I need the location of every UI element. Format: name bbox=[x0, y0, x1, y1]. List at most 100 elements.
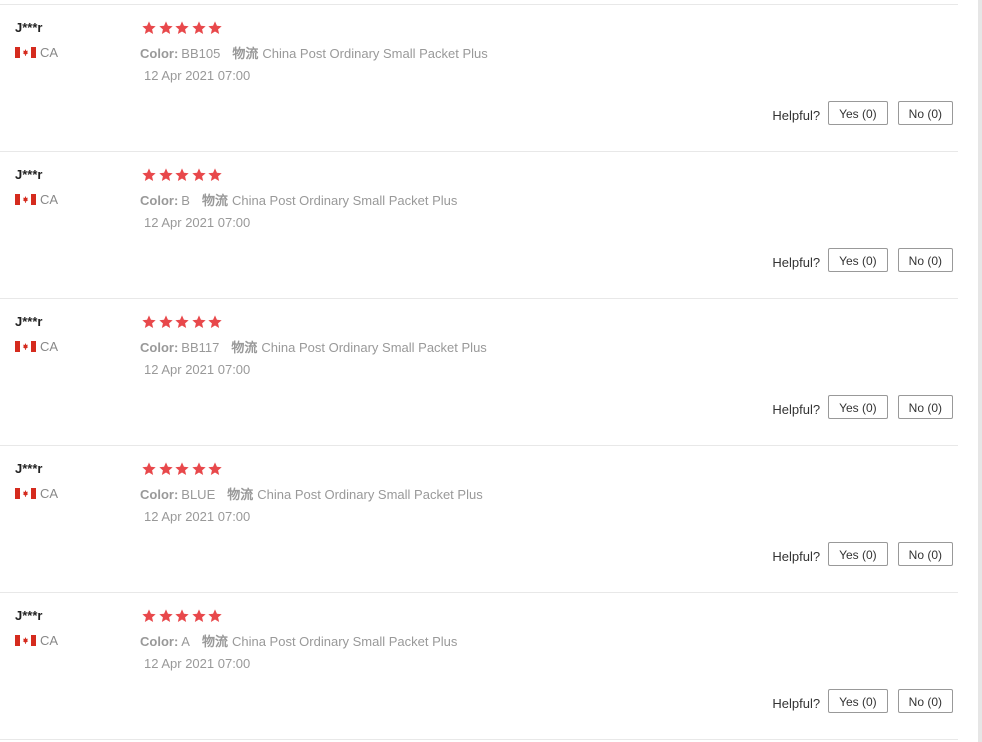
helpful-label: Helpful? bbox=[772, 548, 821, 564]
reviews-page: J***r CA Color: BB105 物流 China Post Ordinar… bbox=[0, 0, 982, 742]
helpful-row: Helpful? Yes (0) No (0) bbox=[772, 542, 953, 566]
review-date: 12 Apr 2021 07:00 bbox=[144, 68, 251, 83]
canada-flag-icon bbox=[15, 488, 36, 499]
shipping-label: 物流 bbox=[232, 46, 259, 61]
sku-info: Color: BB117 物流 China Post Ordinary Small P… bbox=[140, 337, 487, 356]
rating-stars bbox=[141, 608, 224, 624]
shipping-value: China Post Ordinary Small Packet Plus bbox=[257, 487, 483, 502]
page-scrollbar[interactable] bbox=[978, 0, 982, 742]
star-icon bbox=[191, 608, 207, 624]
rating-stars bbox=[141, 167, 224, 183]
country-code: CA bbox=[40, 45, 59, 60]
review-item: J***r CA Color: BB117 物流 China Post Ordinar… bbox=[0, 299, 958, 446]
shipping-value: China Post Ordinary Small Packet Plus bbox=[262, 46, 488, 61]
review-item: J***r CA Color: B 物流 China Post Ordinary Sm… bbox=[0, 152, 958, 299]
sku-value: A bbox=[181, 634, 190, 649]
star-icon bbox=[158, 20, 174, 36]
star-icon bbox=[207, 314, 223, 330]
sku-label: Color: bbox=[140, 634, 179, 649]
star-icon bbox=[141, 167, 157, 183]
reviewer-name: J***r bbox=[15, 461, 43, 476]
star-icon bbox=[174, 314, 190, 330]
review-item: J***r CA Color: BLUE 物流 China Post Ordinary… bbox=[0, 446, 958, 593]
sku-value: BB105 bbox=[181, 46, 221, 61]
review-date: 12 Apr 2021 07:00 bbox=[144, 656, 251, 671]
country-code: CA bbox=[40, 486, 59, 501]
helpful-no-button[interactable]: No (0) bbox=[897, 101, 953, 125]
sku-info: Color: BLUE 物流 China Post Ordinary Small Pa… bbox=[140, 484, 483, 503]
star-icon bbox=[191, 20, 207, 36]
helpful-label: Helpful? bbox=[772, 401, 821, 417]
helpful-row: Helpful? Yes (0) No (0) bbox=[772, 689, 953, 713]
star-icon bbox=[174, 608, 190, 624]
star-icon bbox=[174, 20, 190, 36]
star-icon bbox=[141, 461, 157, 477]
helpful-row: Helpful? Yes (0) No (0) bbox=[772, 395, 953, 419]
helpful-yes-button[interactable]: Yes (0) bbox=[828, 248, 888, 272]
star-icon bbox=[207, 461, 223, 477]
sku-label: Color: bbox=[140, 487, 179, 502]
sku-value: B bbox=[181, 193, 190, 208]
helpful-label: Helpful? bbox=[772, 254, 821, 270]
star-icon bbox=[158, 314, 174, 330]
star-icon bbox=[141, 608, 157, 624]
star-icon bbox=[158, 167, 174, 183]
sku-value: BLUE bbox=[181, 487, 216, 502]
helpful-yes-button[interactable]: Yes (0) bbox=[828, 101, 888, 125]
helpful-label: Helpful? bbox=[772, 107, 821, 123]
country-code: CA bbox=[40, 633, 59, 648]
reviewer-country: CA bbox=[15, 486, 58, 501]
star-icon bbox=[174, 461, 190, 477]
country-code: CA bbox=[40, 192, 59, 207]
star-icon bbox=[207, 167, 223, 183]
star-icon bbox=[191, 314, 207, 330]
review-list: J***r CA Color: BB105 物流 China Post Ordinar… bbox=[0, 5, 958, 740]
helpful-no-button[interactable]: No (0) bbox=[897, 395, 953, 419]
helpful-yes-button[interactable]: Yes (0) bbox=[828, 395, 888, 419]
helpful-no-button[interactable]: No (0) bbox=[897, 689, 953, 713]
reviewer-name: J***r bbox=[15, 167, 43, 182]
reviewer-country: CA bbox=[15, 45, 58, 60]
canada-flag-icon bbox=[15, 635, 36, 646]
helpful-row: Helpful? Yes (0) No (0) bbox=[772, 101, 953, 125]
canada-flag-icon bbox=[15, 47, 36, 58]
helpful-no-button[interactable]: No (0) bbox=[897, 542, 953, 566]
helpful-row: Helpful? Yes (0) No (0) bbox=[772, 248, 953, 272]
sku-info: Color: BB105 物流 China Post Ordinary Small P… bbox=[140, 43, 488, 62]
reviewer-name: J***r bbox=[15, 20, 43, 35]
sku-label: Color: bbox=[140, 46, 179, 61]
country-code: CA bbox=[40, 339, 59, 354]
shipping-value: China Post Ordinary Small Packet Plus bbox=[231, 634, 458, 649]
star-icon bbox=[141, 314, 157, 330]
helpful-label: Helpful? bbox=[772, 695, 821, 711]
star-icon bbox=[158, 608, 174, 624]
star-icon bbox=[141, 20, 157, 36]
rating-stars bbox=[141, 314, 224, 330]
sku-info: Color: B 物流 China Post Ordinary Small Packe… bbox=[140, 190, 457, 209]
sku-label: Color: bbox=[140, 340, 179, 355]
rating-stars bbox=[141, 20, 224, 36]
review-item: J***r CA Color: BB105 物流 China Post Ordinar… bbox=[0, 5, 958, 152]
star-icon bbox=[174, 167, 190, 183]
star-icon bbox=[207, 608, 223, 624]
helpful-yes-button[interactable]: Yes (0) bbox=[828, 542, 888, 566]
sku-value: BB117 bbox=[181, 340, 220, 355]
reviewer-country: CA bbox=[15, 339, 58, 354]
canada-flag-icon bbox=[15, 341, 36, 352]
shipping-label: 物流 bbox=[227, 487, 254, 502]
review-date: 12 Apr 2021 07:00 bbox=[144, 215, 251, 230]
star-icon bbox=[191, 461, 207, 477]
review-date: 12 Apr 2021 07:00 bbox=[144, 362, 251, 377]
rating-stars bbox=[141, 461, 224, 477]
shipping-label: 物流 bbox=[231, 340, 258, 355]
review-item: J***r CA Color: A 物流 China Post Ordinary Sm… bbox=[0, 593, 958, 740]
sku-info: Color: A 物流 China Post Ordinary Small Packe… bbox=[140, 631, 457, 650]
sku-label: Color: bbox=[140, 193, 179, 208]
helpful-no-button[interactable]: No (0) bbox=[897, 248, 953, 272]
shipping-value: China Post Ordinary Small Packet Plus bbox=[261, 340, 487, 355]
helpful-yes-button[interactable]: Yes (0) bbox=[828, 689, 888, 713]
shipping-label: 物流 bbox=[201, 634, 228, 649]
star-icon bbox=[158, 461, 174, 477]
shipping-label: 物流 bbox=[201, 193, 228, 208]
canada-flag-icon bbox=[15, 194, 36, 205]
